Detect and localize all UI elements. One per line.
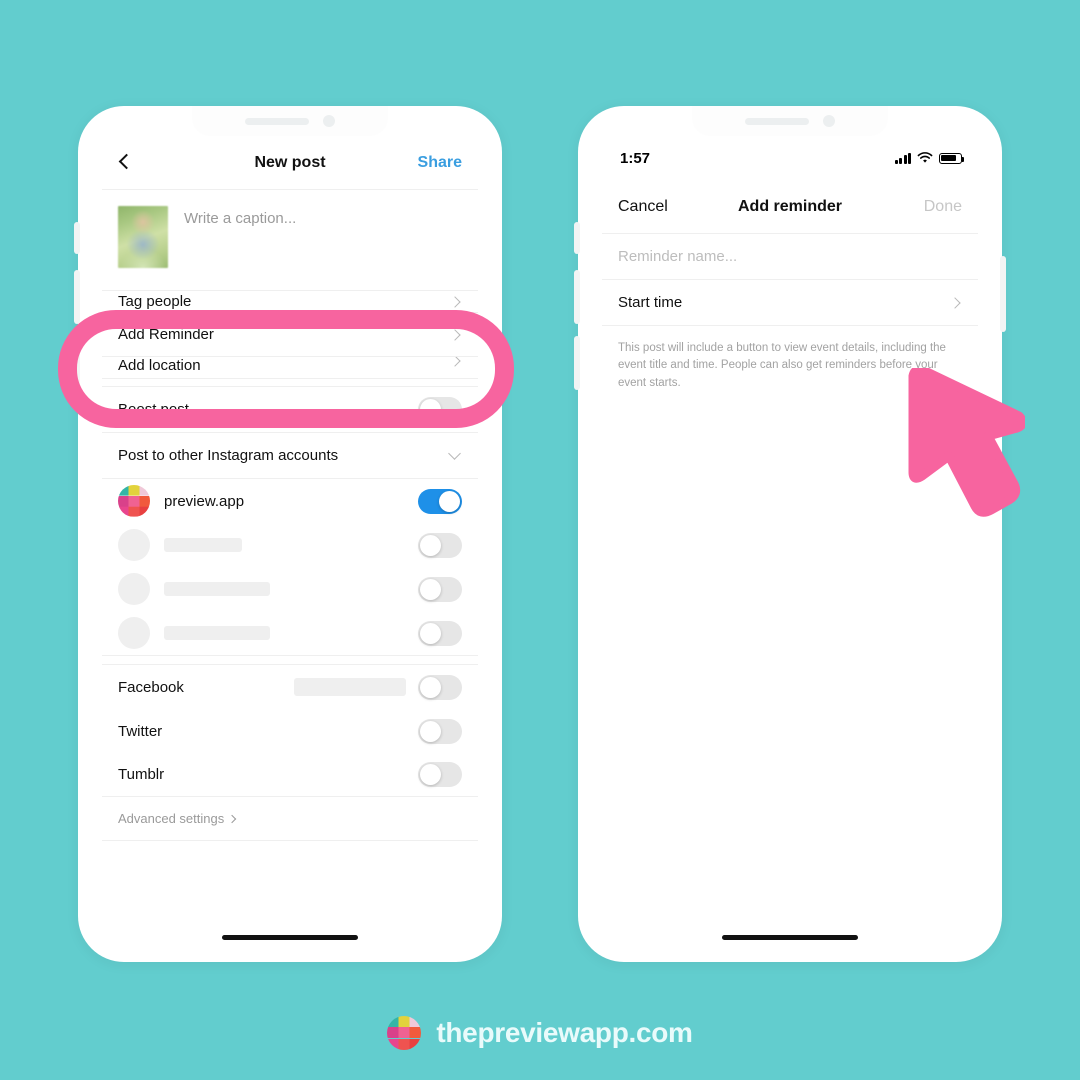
preview-grid-logo [387, 1016, 422, 1050]
chevron-right-icon [949, 296, 961, 309]
row-start-time[interactable]: Start time [602, 280, 978, 326]
row-add-reminder[interactable]: Add Reminder [102, 313, 478, 357]
status-bar: 1:57 [602, 136, 978, 180]
redacted-account-name [164, 626, 270, 640]
row-tumblr[interactable]: Tumblr [102, 753, 478, 797]
reminder-name-input[interactable]: Reminder name... [602, 234, 978, 280]
account-toggle[interactable] [418, 488, 462, 514]
row-twitter[interactable]: Twitter [102, 709, 478, 753]
phone-volume-up-button[interactable] [74, 270, 80, 324]
cursor-arrow-icon [905, 365, 1027, 523]
back-button[interactable] [118, 153, 135, 172]
twitter-toggle[interactable] [418, 718, 462, 744]
redacted-facebook-account [294, 678, 406, 696]
post-thumbnail[interactable] [118, 206, 168, 268]
new-post-navbar: New post Share [102, 136, 478, 190]
chevron-right-icon [449, 328, 461, 341]
account-toggle[interactable] [418, 576, 462, 602]
row-boost-post[interactable]: Boost post [102, 387, 478, 433]
advanced-settings-label: Advanced settings [118, 811, 225, 826]
row-tag-people-label: Tag people [118, 293, 192, 310]
chevron-right-icon [227, 814, 237, 823]
phone-notch [692, 106, 888, 136]
account-row[interactable] [102, 567, 478, 611]
front-camera-icon [323, 115, 335, 127]
redacted-account-name [164, 582, 270, 596]
avatar [118, 485, 150, 517]
advanced-settings-button[interactable]: Advanced settings [102, 797, 478, 841]
home-indicator[interactable] [722, 935, 858, 940]
avatar [118, 529, 150, 561]
account-toggle[interactable] [418, 620, 462, 646]
home-indicator[interactable] [222, 935, 358, 940]
share-button[interactable]: Share [418, 154, 462, 172]
tumblr-toggle[interactable] [418, 762, 462, 787]
phone-mute-button[interactable] [574, 222, 580, 254]
wifi-icon [917, 152, 933, 163]
phone-power-button[interactable] [1000, 256, 1006, 332]
chevron-right-icon [449, 295, 461, 308]
phone-volume-down-button[interactable] [74, 336, 80, 390]
redacted-account-name [164, 538, 242, 552]
boost-post-toggle[interactable] [418, 397, 462, 422]
chevron-down-icon [448, 446, 461, 460]
front-camera-icon [823, 115, 835, 127]
post-to-other-accounts-label: Post to other Instagram accounts [118, 447, 339, 464]
account-row[interactable] [102, 523, 478, 567]
account-row[interactable] [102, 611, 478, 655]
phone-mute-button[interactable] [74, 222, 80, 254]
section-divider [102, 655, 478, 665]
facebook-toggle[interactable] [418, 674, 462, 700]
footer-branding: thepreviewapp.com [0, 1016, 1080, 1050]
row-facebook-label: Facebook [118, 678, 184, 696]
row-tag-people[interactable]: Tag people [102, 291, 478, 313]
section-divider [102, 379, 478, 387]
row-twitter-label: Twitter [118, 722, 163, 740]
row-boost-post-label: Boost post [118, 401, 189, 418]
right-phone-screen: 1:57 Cancel Add reminder Done Reminder n… [602, 136, 978, 932]
add-reminder-navbar: Cancel Add reminder Done [602, 180, 978, 234]
status-bar-time: 1:57 [620, 149, 651, 167]
caption-input[interactable]: Write a caption... [184, 206, 296, 227]
account-toggle[interactable] [418, 532, 462, 558]
row-post-to-other-accounts[interactable]: Post to other Instagram accounts [102, 433, 478, 479]
phone-volume-up-button[interactable] [574, 270, 580, 324]
account-name: preview.app [164, 492, 245, 510]
chevron-right-icon [449, 357, 461, 367]
row-tumblr-label: Tumblr [118, 766, 165, 783]
signal-bars-icon [894, 152, 911, 164]
avatar [118, 617, 150, 649]
caption-row[interactable]: Write a caption... [102, 190, 478, 291]
screenshot-canvas: New post Share Write a caption... Tag pe… [0, 0, 1080, 1080]
row-add-location[interactable]: Add location [102, 357, 478, 379]
earpiece-speaker-icon [745, 117, 809, 125]
phone-notch [192, 106, 388, 136]
left-phone-mockup: New post Share Write a caption... Tag pe… [74, 106, 502, 962]
battery-icon [939, 152, 965, 164]
row-facebook[interactable]: Facebook [102, 665, 478, 709]
footer-website-text: thepreviewapp.com [436, 1017, 693, 1048]
earpiece-speaker-icon [245, 117, 309, 125]
row-add-reminder-label: Add Reminder [118, 326, 214, 343]
chevron-left-icon [118, 153, 135, 169]
right-phone-mockup: 1:57 Cancel Add reminder Done Reminder n… [574, 106, 1006, 962]
account-row-preview-app[interactable]: preview.app [102, 479, 478, 523]
row-start-time-label: Start time [618, 294, 683, 311]
row-add-location-label: Add location [118, 357, 201, 374]
left-phone-screen: New post Share Write a caption... Tag pe… [102, 136, 478, 932]
phone-volume-down-button[interactable] [574, 336, 580, 390]
cancel-button[interactable]: Cancel [618, 198, 668, 216]
done-button[interactable]: Done [924, 198, 962, 216]
avatar [118, 573, 150, 605]
